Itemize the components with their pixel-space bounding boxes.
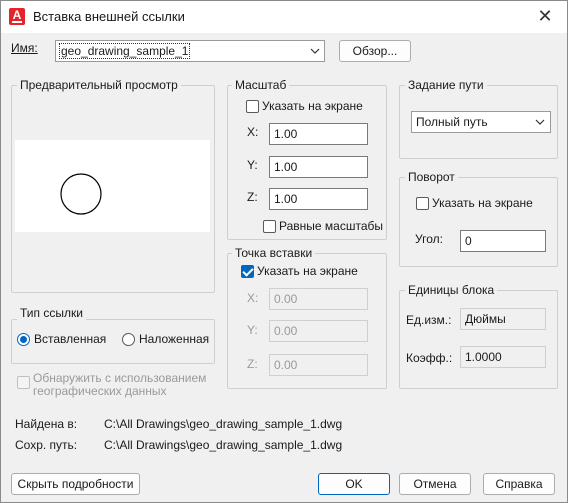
geographic-label-1: Обнаружить с использованием: [33, 371, 207, 385]
factor-value: 1.0000: [460, 346, 546, 368]
insertion-point-title: Точка вставки: [232, 246, 316, 260]
geographic-label-2: географических данных: [33, 384, 167, 398]
close-icon[interactable]: ✕: [533, 5, 557, 29]
cancel-button[interactable]: Отмена: [399, 473, 471, 495]
overlay-radio[interactable]: [122, 333, 135, 346]
external-reference-dialog: A Вставка внешней ссылки ✕ Имя: geo_draw…: [0, 0, 568, 503]
insertion-x-input[interactable]: 0.00: [269, 288, 368, 310]
saved-path-label: Сохр. путь:: [15, 438, 78, 452]
name-value: geo_drawing_sample_1: [58, 43, 191, 59]
saved-path-value: C:\All Drawings\geo_drawing_sample_1.dwg: [104, 438, 343, 452]
chevron-down-icon[interactable]: [310, 47, 320, 55]
preview-title: Предварительный просмотр: [17, 78, 181, 92]
name-label: Имя:: [11, 41, 38, 55]
insertion-y-label: Y:: [247, 323, 258, 337]
chevron-down-icon[interactable]: [535, 118, 545, 126]
insertion-x-label: X:: [247, 291, 259, 305]
hide-details-button[interactable]: Скрыть подробности: [11, 473, 140, 495]
rotation-group: [399, 177, 558, 267]
unit-label: Ед.изм.:: [406, 313, 452, 327]
found-in-value: C:\All Drawings\geo_drawing_sample_1.dwg: [104, 417, 343, 431]
insertion-z-input[interactable]: 0.00: [269, 354, 368, 376]
attach-radio[interactable]: [17, 333, 30, 346]
found-in-label: Найдена в:: [15, 417, 78, 431]
path-type-title: Задание пути: [405, 78, 487, 92]
insertion-specify-checkbox[interactable]: [241, 265, 254, 278]
scale-y-label: Y:: [247, 158, 258, 172]
rotation-specify-checkbox[interactable]: [416, 197, 429, 210]
overlay-label: Наложенная: [139, 332, 210, 346]
path-type-value: Полный путь: [416, 115, 488, 129]
unit-value: Дюймы: [460, 308, 546, 330]
rotation-specify-label: Указать на экране: [432, 196, 533, 210]
insertion-y-input[interactable]: 0.00: [269, 320, 368, 342]
uniform-scale-checkbox[interactable]: [263, 220, 276, 233]
name-combobox[interactable]: geo_drawing_sample_1: [55, 40, 325, 62]
scale-x-input[interactable]: 1.00: [269, 123, 368, 145]
scale-specify-label: Указать на экране: [262, 99, 363, 113]
uniform-scale-label: Равные масштабы: [279, 219, 383, 233]
window-title: Вставка внешней ссылки: [33, 9, 185, 24]
angle-input[interactable]: 0: [460, 230, 546, 252]
scale-specify-checkbox[interactable]: [246, 100, 259, 113]
preview-circle-drawing: [60, 173, 102, 215]
scale-title: Масштаб: [232, 78, 290, 92]
reference-type-title: Тип ссылки: [17, 306, 86, 320]
insertion-z-label: Z:: [247, 357, 258, 371]
geographic-checkbox[interactable]: [17, 376, 30, 389]
scale-z-input[interactable]: 1.00: [269, 188, 368, 210]
ok-button[interactable]: OK: [318, 473, 390, 495]
rotation-title: Поворот: [405, 170, 458, 184]
browse-button[interactable]: Обзор...: [339, 40, 411, 62]
angle-label: Угол:: [415, 232, 443, 246]
attach-label: Вставленная: [34, 332, 107, 346]
scale-z-label: Z:: [247, 190, 258, 204]
factor-label: Коэфф.:: [406, 351, 453, 365]
block-units-title: Единицы блока: [405, 283, 498, 297]
scale-y-input[interactable]: 1.00: [269, 156, 368, 178]
insertion-specify-label: Указать на экране: [257, 264, 358, 278]
title-bar: A Вставка внешней ссылки ✕: [1, 1, 567, 33]
autocad-app-icon: A: [9, 8, 25, 25]
scale-x-label: X:: [247, 125, 259, 139]
block-units-group: [399, 290, 558, 389]
help-button[interactable]: Справка: [483, 473, 555, 495]
path-type-select[interactable]: Полный путь: [411, 111, 551, 133]
preview-canvas: [15, 140, 210, 232]
